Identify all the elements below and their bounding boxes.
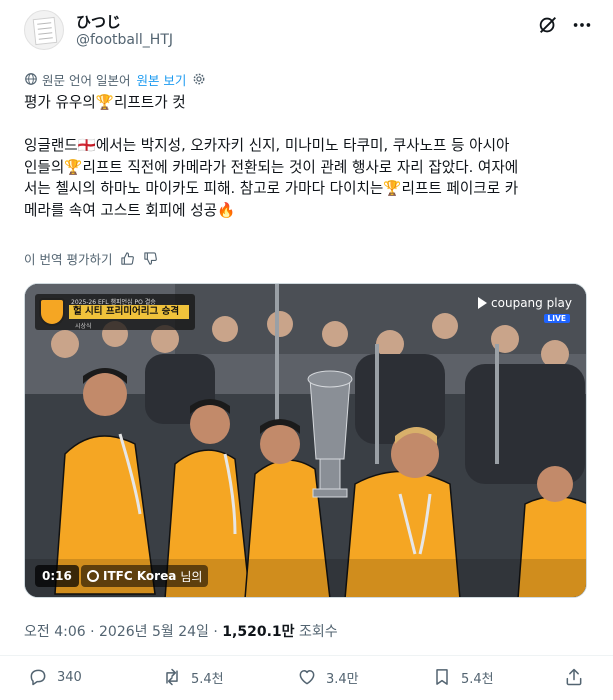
credit-suffix: 님의 (180, 569, 203, 584)
like-button[interactable]: 3.4만 (297, 667, 359, 687)
bookmark-count: 5.4천 (461, 671, 494, 687)
play-logo-icon (478, 297, 488, 309)
meta-separator: · (208, 624, 223, 640)
rate-translation-label: 이 번역 평가하기 (24, 251, 113, 267)
tweet-meta: 오전 4:06 · 2026년 5월 24일 · 1,520.1만 조회수 (24, 621, 338, 641)
tweet-paragraph-2: 잉글랜드🏴󠁧󠁢󠁥󠁮󠁧󠁿에서는 박지성, 오카자키 신지, 미나미노 타쿠미, 쿠… (24, 137, 519, 219)
divider (0, 655, 613, 656)
views-label: 조회수 (298, 624, 338, 640)
tweet-date[interactable]: 2026년 5월 24일 (99, 624, 209, 640)
tweet-line-1: 평가 유우의🏆리프트가 컷 (24, 94, 186, 111)
share-button[interactable] (564, 667, 593, 687)
video-timestamp: 0:16 (35, 565, 79, 587)
author-display-name[interactable]: ひつじ (76, 11, 121, 32)
grok-icon[interactable] (537, 14, 559, 36)
video-player[interactable]: 2025-26 EFL 챔피언십 PO 결승 헐 시티 프리미어리그 승격 시상… (24, 283, 587, 598)
tweet-time[interactable]: 오전 4:06 (24, 624, 86, 640)
reply-button[interactable]: 340 (28, 667, 82, 687)
tweet-header: ひつじ @football_HTJ (24, 10, 597, 54)
meta-separator: · (85, 624, 100, 640)
broadcast-overlay: 2025-26 EFL 챔피언십 PO 결승 헐 시티 프리미어리그 승격 시상… (35, 294, 195, 330)
bookmark-button[interactable]: 5.4천 (432, 667, 494, 687)
share-icon (566, 668, 582, 686)
repost-button[interactable]: 5.4천 (162, 667, 224, 687)
more-options-icon[interactable] (571, 14, 593, 36)
overlay-subtitle: 시상식 (75, 323, 92, 330)
reply-icon (30, 669, 46, 686)
club-crest-icon (39, 298, 65, 326)
original-language-text: 원문 언어 일본어 (42, 72, 131, 88)
translation-bar: 원문 언어 일본어 원본 보기 (24, 70, 210, 88)
broadcaster-logo: coupang play (478, 296, 572, 310)
show-original-link[interactable]: 원본 보기 (136, 70, 186, 89)
repost-icon (166, 668, 178, 686)
author-handle[interactable]: @football_HTJ (76, 32, 173, 48)
thumbs-down-icon[interactable] (143, 251, 158, 266)
thumbs-up-icon[interactable] (120, 251, 135, 266)
video-credit[interactable]: ITFC Korea 님의 (81, 565, 209, 587)
credit-logo-icon (87, 570, 99, 582)
overlay-title: 헐 시티 프리미어리그 승격 (69, 305, 189, 319)
live-badge: LIVE (543, 314, 570, 323)
video-frame (25, 284, 586, 597)
bookmark-icon (436, 669, 448, 685)
avatar[interactable] (24, 10, 64, 50)
views-count: 1,520.1만 (222, 624, 295, 640)
repost-count: 5.4천 (191, 671, 224, 687)
action-bar: 340 5.4천 3.4만 5.4천 (24, 667, 597, 691)
tweet-text: 평가 유우의🏆리프트가 컷 잉글랜드🏴󠁧󠁢󠁥󠁮󠁧󠁿에서는 박지성, 오카자키 신… (24, 92, 594, 221)
rate-translation-row: 이 번역 평가하기 (24, 249, 158, 267)
broadcaster-name: coupang play (491, 296, 572, 310)
credit-name: ITFC Korea (103, 569, 177, 583)
gear-icon[interactable] (192, 72, 206, 86)
globe-icon (25, 73, 37, 85)
reply-count: 340 (57, 669, 82, 685)
heart-icon (299, 670, 315, 685)
like-count: 3.4만 (326, 671, 359, 687)
